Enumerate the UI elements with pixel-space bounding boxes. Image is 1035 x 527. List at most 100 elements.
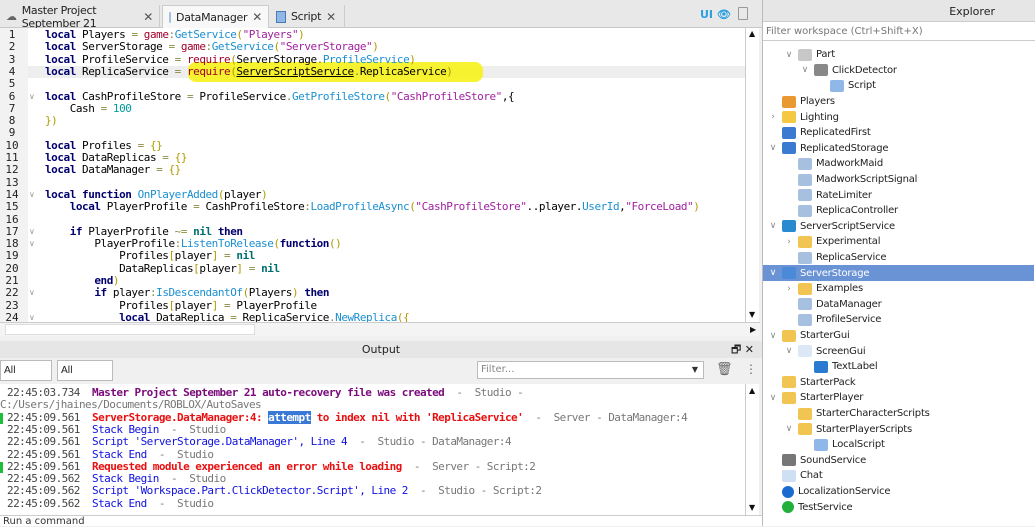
explorer-filter-input[interactable]: Filter workspace (Ctrl+Shift+X) bbox=[763, 23, 1035, 41]
undock-icon[interactable]: 🗗 bbox=[731, 343, 741, 356]
fold-chevron-icon[interactable]: ∨ bbox=[29, 189, 35, 201]
editor-horizontal-scrollbar[interactable]: ▶ bbox=[0, 322, 760, 336]
chevron-down-icon[interactable]: ∨ bbox=[799, 65, 811, 75]
tree-item-script[interactable]: Script bbox=[763, 78, 1034, 94]
fold-chevron-icon[interactable]: ∨ bbox=[29, 226, 35, 238]
tree-item-starterplayerscripts[interactable]: ∨ StarterPlayerScripts bbox=[763, 421, 1034, 437]
output-scrollbar[interactable]: ▲ ▼ bbox=[745, 384, 759, 515]
chevron-right-icon[interactable]: › bbox=[783, 284, 795, 294]
command-bar-input[interactable]: Run a command bbox=[0, 515, 762, 527]
chevron-down-icon[interactable]: ∨ bbox=[767, 143, 779, 153]
close-icon[interactable]: ✕ bbox=[326, 10, 336, 24]
chevron-down-icon[interactable]: ∨ bbox=[767, 268, 779, 278]
tree-item-replicatedfirst[interactable]: ReplicatedFirst bbox=[763, 125, 1034, 141]
tree-item-examples[interactable]: › Examples bbox=[763, 281, 1034, 297]
tree-item-profileservice[interactable]: ProfileService bbox=[763, 312, 1034, 328]
chevron-down-icon[interactable]: ∨ bbox=[767, 221, 779, 231]
tree-item-players[interactable]: Players bbox=[763, 94, 1034, 110]
tree-item-screengui[interactable]: ∨ ScreenGui bbox=[763, 343, 1034, 359]
tab-datamanager[interactable]: DataManager ✕ bbox=[162, 5, 269, 28]
close-icon[interactable]: ✕ bbox=[252, 10, 262, 24]
module-script-icon bbox=[798, 157, 812, 170]
tree-item-starterpack[interactable]: StarterPack bbox=[763, 375, 1034, 391]
tree-item-serverstorage[interactable]: ∨ ServerStorage bbox=[763, 265, 1034, 281]
close-icon[interactable]: ✕ bbox=[745, 343, 754, 356]
tree-item-madworkmaid[interactable]: MadworkMaid bbox=[763, 156, 1034, 172]
tree-item-soundservice[interactable]: SoundService bbox=[763, 453, 1034, 469]
tree-item-startercharacterscripts[interactable]: StarterCharacterScripts bbox=[763, 406, 1034, 422]
tree-item-serverscriptservice[interactable]: ∨ ServerScriptService bbox=[763, 219, 1034, 235]
tree-item-datamanager[interactable]: DataManager bbox=[763, 297, 1034, 313]
tree-item-chat[interactable]: Chat bbox=[763, 468, 1034, 484]
scroll-down-icon[interactable]: ▼ bbox=[749, 310, 755, 319]
tree-item-replicatedstorage[interactable]: ∨ ReplicatedStorage bbox=[763, 141, 1034, 157]
contexts-filter-dropdown[interactable]: All Contexts⌄ bbox=[57, 360, 113, 395]
code-token: = bbox=[242, 261, 256, 275]
scroll-up-icon[interactable]: ▲ bbox=[749, 386, 755, 395]
tree-item-label: ProfileService bbox=[816, 314, 882, 326]
tree-item-lighting[interactable]: › Lighting bbox=[763, 109, 1034, 125]
tree-item-label: Chat bbox=[800, 470, 823, 482]
tree-item-replicaservice[interactable]: ReplicaService bbox=[763, 250, 1034, 266]
code-token: () bbox=[328, 237, 342, 251]
chevron-down-icon[interactable]: ∨ bbox=[767, 331, 779, 341]
trash-icon[interactable]: 🗑 bbox=[716, 362, 733, 377]
code-token: {} bbox=[168, 151, 188, 164]
log-message: Requested module experienced an error wh… bbox=[92, 459, 402, 473]
log-source: - Server - DataManager:4 bbox=[523, 410, 688, 424]
chevron-right-icon[interactable]: › bbox=[767, 112, 779, 122]
cloud-icon: ☁ bbox=[6, 10, 17, 23]
local-script-icon bbox=[814, 438, 828, 451]
tree-item-madworkscriptsignal[interactable]: MadworkScriptSignal bbox=[763, 172, 1034, 188]
close-icon[interactable]: ✕ bbox=[143, 10, 153, 24]
fold-chevron-icon[interactable]: ∨ bbox=[29, 312, 35, 322]
fold-chevron-icon[interactable]: ∨ bbox=[29, 287, 35, 299]
output-panel-header: Output 🗗 ✕ bbox=[0, 341, 762, 358]
scroll-down-icon[interactable]: ▼ bbox=[749, 503, 755, 512]
editor-vertical-scrollbar[interactable]: ▲ ▼ bbox=[745, 28, 759, 322]
output-filter-input[interactable]: Filter... ▼ bbox=[477, 361, 704, 379]
ui-visibility-toggle[interactable]: UI 👁 bbox=[700, 8, 731, 21]
tree-item-textlabel[interactable]: TextLabel bbox=[763, 359, 1034, 375]
script-editor[interactable]: 1 2 3 4 5 6 7 8 9 10 11 12 13 14 15 16 17 18 19 20 21 22 23 24 … bbox=[0, 28, 745, 322]
tree-item-part[interactable]: ∨ Part bbox=[763, 47, 1034, 63]
chevron-down-icon[interactable]: ∨ bbox=[783, 50, 795, 60]
chevron-down-icon[interactable]: ∨ bbox=[767, 393, 779, 403]
output-title: Output bbox=[361, 343, 401, 356]
log-message: Master Project September 21 auto-recover… bbox=[92, 386, 445, 399]
tree-item-localizationservice[interactable]: LocalizationService bbox=[763, 484, 1034, 500]
scroll-right-icon[interactable]: ▶ bbox=[750, 325, 756, 334]
code-token: = bbox=[174, 64, 187, 78]
chevron-down-icon[interactable]: ∨ bbox=[783, 424, 795, 434]
tree-item-localscript[interactable]: LocalScript bbox=[763, 437, 1034, 453]
code-token: local bbox=[45, 64, 76, 78]
error-marker bbox=[0, 412, 3, 424]
code-token: CashProfileStore bbox=[199, 200, 305, 214]
tab-master-project[interactable]: ☁ Master Project September 21 ✕ bbox=[0, 4, 160, 30]
chevron-right-icon[interactable]: › bbox=[783, 237, 795, 247]
tree-item-experimental[interactable]: › Experimental bbox=[763, 234, 1034, 250]
scrollbar-thumb[interactable] bbox=[5, 324, 255, 335]
device-emulator-icon[interactable] bbox=[738, 7, 748, 20]
log-message: Stack Begin bbox=[92, 472, 159, 486]
fold-chevron-icon[interactable]: ∨ bbox=[29, 238, 35, 250]
more-options-icon[interactable]: ⋮ bbox=[745, 362, 757, 376]
tab-script[interactable]: Script ✕ bbox=[270, 5, 345, 28]
tree-item-startergui[interactable]: ∨ StarterGui bbox=[763, 328, 1034, 344]
messages-filter-dropdown[interactable]: All Messages⌄ bbox=[0, 360, 52, 395]
chevron-down-icon[interactable]: ∨ bbox=[783, 346, 795, 356]
module-script-icon bbox=[798, 251, 812, 264]
log-entry[interactable]: 22:45:09.562 Stack End - Studio bbox=[0, 497, 745, 510]
tree-item-label: Script bbox=[848, 80, 876, 92]
tree-item-ratelimiter[interactable]: RateLimiter bbox=[763, 187, 1034, 203]
tree-item-testservice[interactable]: TestService bbox=[763, 499, 1034, 515]
fold-chevron-icon[interactable]: ∨ bbox=[29, 91, 35, 103]
tree-item-starterplayer[interactable]: ∨ StarterPlayer bbox=[763, 390, 1034, 406]
tree-item-clickdetector[interactable]: ∨ ClickDetector bbox=[763, 63, 1034, 79]
scroll-up-icon[interactable]: ▲ bbox=[749, 29, 755, 38]
code-token: = bbox=[217, 249, 231, 263]
tree-item-replicacontroller[interactable]: ReplicaController bbox=[763, 203, 1034, 219]
code-token: local function bbox=[45, 187, 132, 201]
log-entry[interactable]: 22:45:03.734 Master Project September 21… bbox=[0, 386, 745, 412]
code-token: 100 bbox=[106, 101, 132, 115]
